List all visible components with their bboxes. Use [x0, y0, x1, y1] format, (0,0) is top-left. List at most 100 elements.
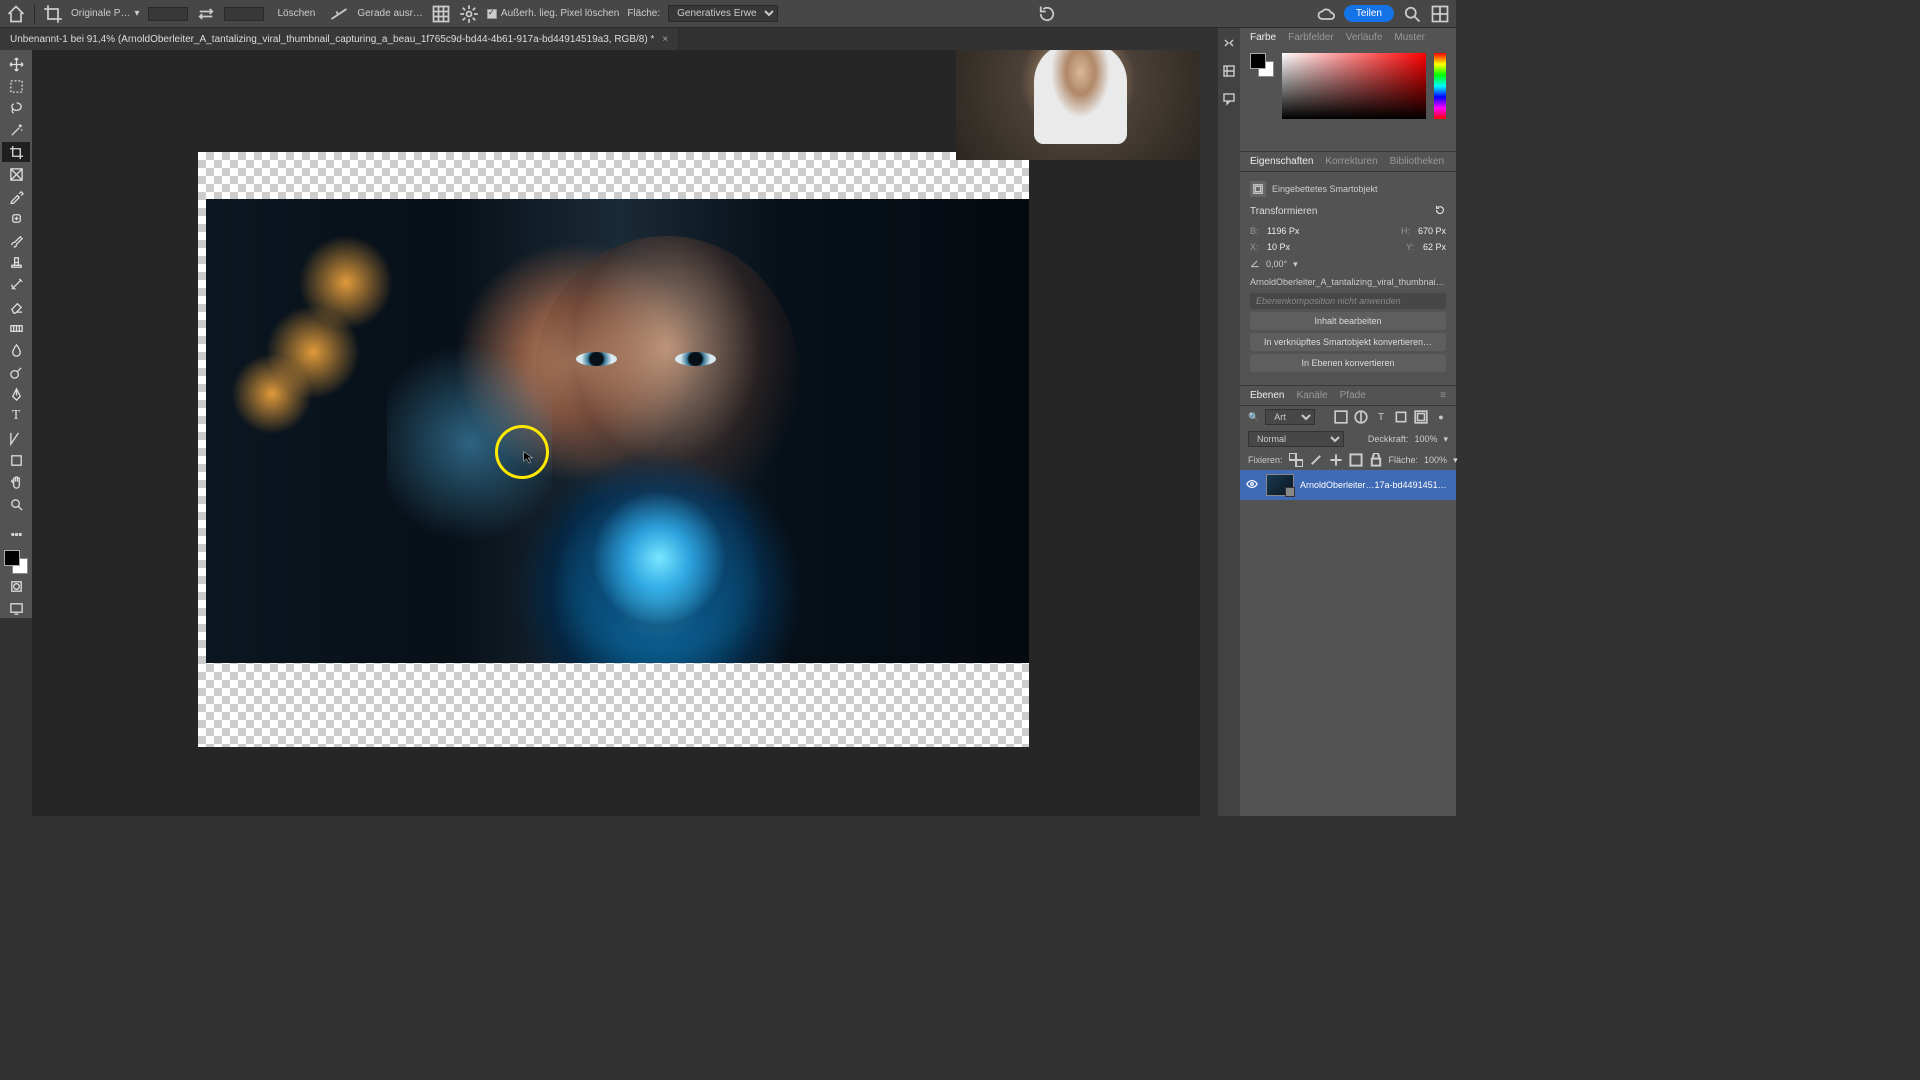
- filter-smart-icon[interactable]: [1414, 410, 1428, 424]
- angle-value[interactable]: 0,00°: [1266, 259, 1287, 269]
- filter-adjust-icon[interactable]: [1354, 410, 1368, 424]
- hand-tool[interactable]: [2, 472, 30, 492]
- filter-pixel-icon[interactable]: [1334, 410, 1348, 424]
- convert-linked-button[interactable]: In verknüpftes Smartobjekt konvertieren…: [1250, 333, 1446, 351]
- layer-name[interactable]: ArnoldOberleiter…17a-bd44914519a3: [1300, 480, 1450, 490]
- filter-toggle-icon[interactable]: ●: [1434, 410, 1448, 424]
- edit-contents-button[interactable]: Inhalt bearbeiten: [1250, 312, 1446, 330]
- canvas-area[interactable]: [32, 50, 1200, 816]
- y-value[interactable]: 62 Px: [1423, 242, 1446, 252]
- blur-tool[interactable]: [2, 340, 30, 360]
- shape-tool[interactable]: [2, 450, 30, 470]
- tab-ebenen[interactable]: Ebenen: [1250, 390, 1284, 401]
- comments-panel-icon[interactable]: [1222, 92, 1236, 106]
- opacity-value[interactable]: 100%: [1414, 434, 1437, 444]
- lasso-tool[interactable]: [2, 98, 30, 118]
- crop-tool[interactable]: [2, 142, 30, 162]
- width-value[interactable]: 1196 Px: [1267, 226, 1299, 236]
- fill-mode-select[interactable]: Generatives Erweitern: [668, 5, 778, 22]
- angle-icon: [1250, 258, 1260, 270]
- history-panel-icon[interactable]: [1222, 64, 1236, 78]
- marquee-tool[interactable]: [2, 76, 30, 96]
- tab-muster[interactable]: Muster: [1394, 32, 1425, 43]
- color-field[interactable]: [1282, 53, 1426, 119]
- x-value[interactable]: 10 Px: [1267, 242, 1290, 252]
- close-tab-icon[interactable]: ×: [662, 34, 668, 45]
- filter-search-icon[interactable]: 🔍: [1248, 412, 1259, 423]
- lock-trans-icon[interactable]: [1289, 453, 1303, 467]
- zoom-tool[interactable]: [2, 494, 30, 514]
- tab-korrekturen[interactable]: Korrekturen: [1325, 156, 1377, 167]
- eyedropper-tool[interactable]: [2, 186, 30, 206]
- straighten-icon[interactable]: [329, 4, 349, 24]
- crop-height-input[interactable]: [224, 7, 264, 21]
- search-icon[interactable]: [1402, 4, 1422, 24]
- path-tool[interactable]: [2, 428, 30, 448]
- crop-tool-icon[interactable]: [43, 4, 63, 24]
- cloud-status-icon[interactable]: [1316, 4, 1336, 24]
- home-icon[interactable]: [6, 4, 26, 24]
- swap-dimensions-icon[interactable]: [196, 4, 216, 24]
- height-value[interactable]: 670 Px: [1418, 226, 1446, 236]
- tab-pfade[interactable]: Pfade: [1340, 390, 1366, 401]
- lock-artboard-icon[interactable]: [1349, 453, 1363, 467]
- color-fgbg-swatch[interactable]: [1250, 53, 1274, 77]
- crop-width-input[interactable]: [148, 7, 188, 21]
- screen-mode-icon[interactable]: [2, 598, 30, 618]
- dodge-tool[interactable]: [2, 362, 30, 382]
- tab-eigenschaften[interactable]: Eigenschaften: [1250, 156, 1313, 167]
- lock-pixels-icon[interactable]: [1309, 453, 1323, 467]
- filter-shape-icon[interactable]: [1394, 410, 1408, 424]
- frame-tool[interactable]: [2, 164, 30, 184]
- tab-kanale[interactable]: Kanäle: [1296, 390, 1327, 401]
- brush-tool[interactable]: [2, 230, 30, 250]
- visibility-icon[interactable]: [1246, 478, 1260, 493]
- edit-toolbar-icon[interactable]: [2, 524, 30, 544]
- type-tool[interactable]: T: [2, 406, 30, 426]
- document-tab[interactable]: Unbenannt-1 bei 91,4% (ArnoldOberleiter_…: [0, 28, 679, 50]
- workspace-icon[interactable]: [1430, 4, 1450, 24]
- canvas[interactable]: [198, 152, 1029, 747]
- fg-color-swatch[interactable]: [4, 550, 20, 566]
- layers-panel: 🔍 Art T ● Normal Deckkraft: 100%▾ Fixier…: [1240, 405, 1456, 816]
- pen-tool[interactable]: [2, 384, 30, 404]
- lock-position-icon[interactable]: [1329, 453, 1343, 467]
- layer-row[interactable]: ArnoldOberleiter…17a-bd44914519a3: [1240, 470, 1456, 500]
- tab-verlaufe[interactable]: Verläufe: [1346, 32, 1383, 43]
- collapse-arrows-icon[interactable]: [1222, 36, 1236, 50]
- delete-button[interactable]: Löschen: [272, 6, 322, 21]
- image-layer[interactable]: [206, 199, 1029, 663]
- color-swatches[interactable]: [4, 550, 28, 574]
- filter-type-icon[interactable]: T: [1374, 410, 1388, 424]
- reset-crop-icon[interactable]: [1037, 4, 1057, 24]
- ratio-preset-dropdown[interactable]: Originale P… ▾: [71, 8, 140, 19]
- webcam-overlay: [956, 50, 1200, 160]
- crop-settings-icon[interactable]: [459, 4, 479, 24]
- fill-value[interactable]: 100%: [1424, 455, 1447, 465]
- wand-tool[interactable]: [2, 120, 30, 140]
- eraser-tool[interactable]: [2, 296, 30, 316]
- hue-slider[interactable]: [1434, 53, 1446, 119]
- convert-layers-button[interactable]: In Ebenen konvertieren: [1250, 354, 1446, 372]
- tab-bibliotheken[interactable]: Bibliotheken: [1390, 156, 1444, 167]
- lock-all-icon[interactable]: [1369, 453, 1383, 467]
- gradient-tool[interactable]: [2, 318, 30, 338]
- move-tool[interactable]: [2, 54, 30, 74]
- stamp-tool[interactable]: [2, 252, 30, 272]
- tab-farbfelder[interactable]: Farbfelder: [1288, 32, 1334, 43]
- quick-mask-icon[interactable]: [2, 576, 30, 596]
- cursor-arrow-icon: [522, 450, 536, 464]
- filter-type-select[interactable]: Art: [1265, 409, 1315, 425]
- straighten-button[interactable]: Gerade ausr…: [357, 8, 423, 19]
- angle-dropdown-icon[interactable]: ▾: [1293, 259, 1298, 270]
- reset-transform-icon[interactable]: [1434, 204, 1446, 219]
- blend-mode-select[interactable]: Normal: [1248, 431, 1344, 447]
- tab-farbe[interactable]: Farbe: [1250, 32, 1276, 43]
- share-button[interactable]: Teilen: [1344, 5, 1394, 22]
- heal-tool[interactable]: [2, 208, 30, 228]
- history-brush-tool[interactable]: [2, 274, 30, 294]
- layer-thumbnail[interactable]: [1266, 474, 1294, 496]
- layers-menu-icon[interactable]: ≡: [1440, 390, 1446, 401]
- delete-cropped-checkbox[interactable]: Außerh. lieg. Pixel löschen: [487, 8, 619, 19]
- overlay-grid-icon[interactable]: [431, 4, 451, 24]
